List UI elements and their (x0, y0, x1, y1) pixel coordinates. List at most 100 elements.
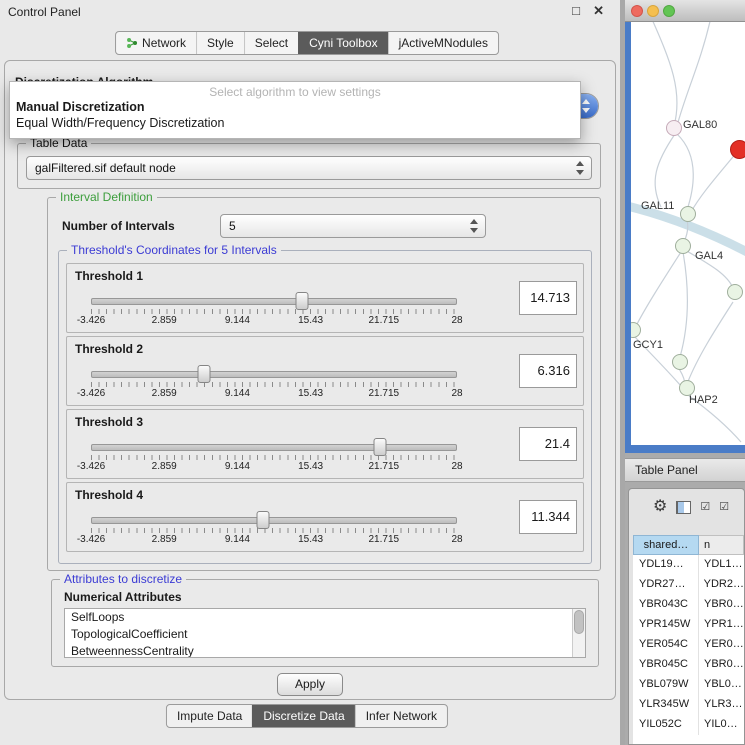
tab-infer-network-label: Infer Network (366, 709, 437, 723)
slider-thumb[interactable] (257, 511, 270, 529)
tab-impute-data-label: Impute Data (177, 709, 242, 723)
slider-tick-labels: -3.426 2.859 9.144 15.43 21.715 28 (91, 315, 457, 327)
minimize-traffic-icon[interactable] (647, 5, 659, 17)
table-row[interactable]: YBR045CYBR0… (633, 655, 744, 675)
number-of-intervals-combobox[interactable]: 5 (220, 214, 486, 238)
tab-style[interactable]: Style (196, 32, 244, 54)
tick-label: 15.43 (298, 388, 323, 399)
gear-icon[interactable]: ⚙ (653, 499, 667, 515)
table-data-combobox[interactable]: galFiltered.sif default node (26, 156, 592, 180)
slider-track[interactable] (91, 517, 457, 524)
threshold-4-slider[interactable]: -3.426 2.859 9.144 15.43 21.715 28 (91, 511, 457, 547)
dropdown-option-equal-width[interactable]: Equal Width/Frequency Discretization (10, 115, 580, 131)
slider-thumb[interactable] (374, 438, 387, 456)
screenshot-root: Control Panel □ ✕ Network Style Select C… (0, 0, 745, 745)
tick-label: 9.144 (225, 534, 250, 545)
cell-shared-name: YBL079W (633, 675, 699, 695)
threshold-3-slider[interactable]: -3.426 2.859 9.144 15.43 21.715 28 (91, 438, 457, 474)
tab-cyni-toolbox-label: Cyni Toolbox (309, 36, 377, 50)
threshold-3-value-field[interactable]: 21.4 (519, 427, 577, 461)
zoom-traffic-icon[interactable] (663, 5, 675, 17)
threshold-1-value-field[interactable]: 14.713 (519, 281, 577, 315)
network-node[interactable] (666, 120, 682, 136)
network-node[interactable] (675, 238, 691, 254)
tab-impute-data[interactable]: Impute Data (167, 705, 252, 727)
slider-track[interactable] (91, 298, 457, 305)
cell-shared-name: YER054C (633, 635, 699, 655)
tab-cyni-toolbox[interactable]: Cyni Toolbox (298, 32, 387, 54)
network-node-red[interactable] (730, 140, 745, 159)
cell-name: YBR0… (699, 655, 744, 675)
cell-name: YER0… (699, 635, 744, 655)
tick-label: 9.144 (225, 315, 250, 326)
network-window-titlebar[interactable] (625, 0, 745, 22)
table-row[interactable]: YBL079WYBL0… (633, 675, 744, 695)
threshold-3-label: Threshold 3 (75, 415, 143, 429)
slider-ticks (91, 382, 457, 387)
list-item[interactable]: TopologicalCoefficient (65, 626, 585, 643)
control-panel-title: Control Panel (8, 5, 81, 19)
threshold-2-label: Threshold 2 (75, 342, 143, 356)
cell-name: YIL0… (699, 715, 744, 735)
network-node[interactable] (727, 284, 743, 300)
table-row[interactable]: YLR345WYLR3… (633, 695, 744, 715)
apply-button[interactable]: Apply (277, 673, 343, 696)
column-header-shared-name[interactable]: shared… (633, 535, 699, 555)
cell-name: YDL1… (699, 555, 744, 575)
tick-label: 15.43 (298, 534, 323, 545)
table-toolbar: ⚙ ☑ ☑ (629, 489, 744, 525)
tab-jactivemnodules[interactable]: jActiveMNodules (388, 32, 498, 54)
tick-label: 9.144 (225, 388, 250, 399)
tab-infer-network[interactable]: Infer Network (355, 705, 447, 727)
tab-network[interactable]: Network (116, 32, 196, 54)
table-row[interactable]: YER054CYER0… (633, 635, 744, 655)
slider-thumb[interactable] (296, 292, 309, 310)
threshold-4-value-field[interactable]: 11.344 (519, 500, 577, 534)
network-canvas[interactable]: GAL80 GAL11 GAL4 GCY1 HAP2 (631, 22, 745, 445)
float-window-icon[interactable]: □ (572, 3, 580, 18)
table-row[interactable]: YDR27…YDR2… (633, 575, 744, 595)
column-header-name[interactable]: n (699, 535, 744, 555)
network-window: GAL80 GAL11 GAL4 GCY1 HAP2 (625, 0, 745, 453)
threshold-1-label: Threshold 1 (75, 269, 143, 283)
cell-shared-name: YBR045C (633, 655, 699, 675)
close-icon[interactable]: ✕ (593, 3, 604, 19)
threshold-2-value-field[interactable]: 6.316 (519, 354, 577, 388)
list-item[interactable]: SelfLoops (65, 609, 585, 626)
node-label: GCY1 (633, 339, 663, 351)
network-node[interactable] (672, 354, 688, 370)
table-data-group: Table Data galFiltered.sif default node (17, 143, 601, 189)
threshold-1-slider[interactable]: -3.426 2.859 9.144 15.43 21.715 28 (91, 292, 457, 328)
tab-discretize-data[interactable]: Discretize Data (252, 705, 354, 727)
slider-thumb[interactable] (198, 365, 211, 383)
slider-ticks (91, 309, 457, 314)
table-row[interactable]: YBR043CYBR0… (633, 595, 744, 615)
threshold-2-slider[interactable]: -3.426 2.859 9.144 15.43 21.715 28 (91, 365, 457, 401)
columns-icon[interactable] (676, 501, 691, 514)
tick-label: -3.426 (77, 461, 105, 472)
table-row[interactable]: YIL052CYIL0… (633, 715, 744, 735)
scrollbar-thumb[interactable] (574, 610, 584, 634)
dropdown-option-manual[interactable]: Manual Discretization (10, 99, 580, 115)
tick-label: 9.144 (225, 461, 250, 472)
list-item[interactable]: BetweennessCentrality (65, 643, 585, 658)
tab-select[interactable]: Select (244, 32, 298, 54)
network-node[interactable] (680, 206, 696, 222)
threshold-2-block: Threshold 2 -3.426 2.859 9.144 15.43 21.… (66, 336, 584, 406)
select-none-checkbox-icon[interactable]: ☑ (719, 501, 729, 513)
number-of-intervals-label: Number of Intervals (62, 219, 175, 233)
cell-name: YLR3… (699, 695, 744, 715)
tick-label: -3.426 (77, 388, 105, 399)
right-panels: GAL80 GAL11 GAL4 GCY1 HAP2 Table Panel ⚙… (625, 0, 745, 745)
threshold-4-block: Threshold 4 -3.426 2.859 9.144 15.43 21.… (66, 482, 584, 552)
select-all-checkbox-icon[interactable]: ☑ (700, 501, 710, 513)
table-row[interactable]: YDL19…YDL1… (633, 555, 744, 575)
table-row[interactable]: YPR145WYPR1… (633, 615, 744, 635)
cell-shared-name: YDL19… (633, 555, 699, 575)
slider-track[interactable] (91, 371, 457, 378)
cell-shared-name: YIL052C (633, 715, 699, 735)
close-traffic-icon[interactable] (631, 5, 643, 17)
list-scrollbar[interactable] (572, 609, 585, 657)
slider-track[interactable] (91, 444, 457, 451)
tab-jactivemnodules-label: jActiveMNodules (399, 36, 488, 50)
